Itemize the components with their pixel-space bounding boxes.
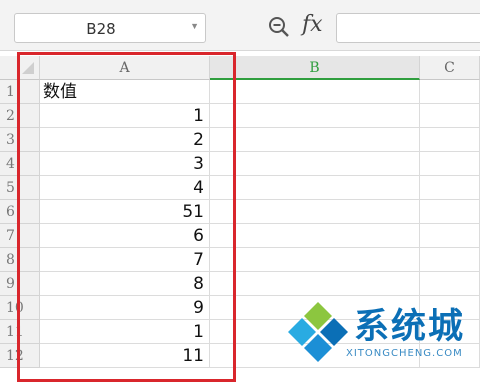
row-header[interactable]: 2: [0, 104, 40, 128]
cell-b[interactable]: [210, 80, 420, 104]
row-header[interactable]: 6: [0, 200, 40, 224]
cell-b[interactable]: [210, 200, 420, 224]
cell-a[interactable]: 8: [40, 272, 210, 296]
cell-c[interactable]: [420, 224, 480, 248]
column-header-b[interactable]: B: [210, 56, 420, 80]
name-box-value: B28: [86, 20, 116, 38]
cell-c[interactable]: [420, 176, 480, 200]
watermark: 系统城 XITONGCHENG.COM: [286, 298, 480, 373]
cell-b[interactable]: [210, 248, 420, 272]
cell-c[interactable]: [420, 152, 480, 176]
watermark-title: 系统城: [354, 307, 466, 347]
column-header-a[interactable]: A: [40, 56, 210, 80]
select-all-icon: [22, 62, 34, 74]
zoom-icon[interactable]: [268, 16, 290, 38]
cell-c[interactable]: [420, 200, 480, 224]
cell-a[interactable]: 1: [40, 104, 210, 128]
cell-a[interactable]: 7: [40, 248, 210, 272]
cell-a[interactable]: 9: [40, 296, 210, 320]
cell-a[interactable]: 1: [40, 320, 210, 344]
cell-b[interactable]: [210, 152, 420, 176]
row-header[interactable]: 3: [0, 128, 40, 152]
cell-b[interactable]: [210, 176, 420, 200]
cell-b[interactable]: [210, 104, 420, 128]
cell-a[interactable]: 11: [40, 344, 210, 368]
cell-a[interactable]: 数值: [40, 80, 210, 104]
cell-c[interactable]: [420, 248, 480, 272]
cell-b[interactable]: [210, 128, 420, 152]
select-all-corner[interactable]: [0, 56, 40, 80]
cell-c[interactable]: [420, 272, 480, 296]
cell-a[interactable]: 4: [40, 176, 210, 200]
cell-b[interactable]: [210, 224, 420, 248]
row-header[interactable]: 8: [0, 248, 40, 272]
watermark-logo-icon: [288, 302, 348, 362]
row-header[interactable]: 1: [0, 80, 40, 104]
row-header[interactable]: 7: [0, 224, 40, 248]
cell-a[interactable]: 3: [40, 152, 210, 176]
cell-a[interactable]: 2: [40, 128, 210, 152]
cell-a[interactable]: 51: [40, 200, 210, 224]
cell-c[interactable]: [420, 80, 480, 104]
formula-input[interactable]: [336, 13, 480, 43]
row-header[interactable]: 11: [0, 320, 40, 344]
chevron-down-icon[interactable]: ▼: [190, 21, 199, 31]
fx-icon[interactable]: fx: [302, 12, 323, 37]
cell-b[interactable]: [210, 272, 420, 296]
formula-bar: B28 ▼ fx: [0, 0, 480, 51]
row-header[interactable]: 12: [0, 344, 40, 368]
cell-c[interactable]: [420, 128, 480, 152]
name-box[interactable]: B28 ▼: [14, 13, 206, 43]
watermark-subtitle: XITONGCHENG.COM: [346, 348, 463, 359]
cell-a[interactable]: 6: [40, 224, 210, 248]
row-header[interactable]: 5: [0, 176, 40, 200]
row-header[interactable]: 4: [0, 152, 40, 176]
column-header-c[interactable]: C: [420, 56, 480, 80]
row-header[interactable]: 9: [0, 272, 40, 296]
cell-c[interactable]: [420, 104, 480, 128]
row-header[interactable]: 10: [0, 296, 40, 320]
